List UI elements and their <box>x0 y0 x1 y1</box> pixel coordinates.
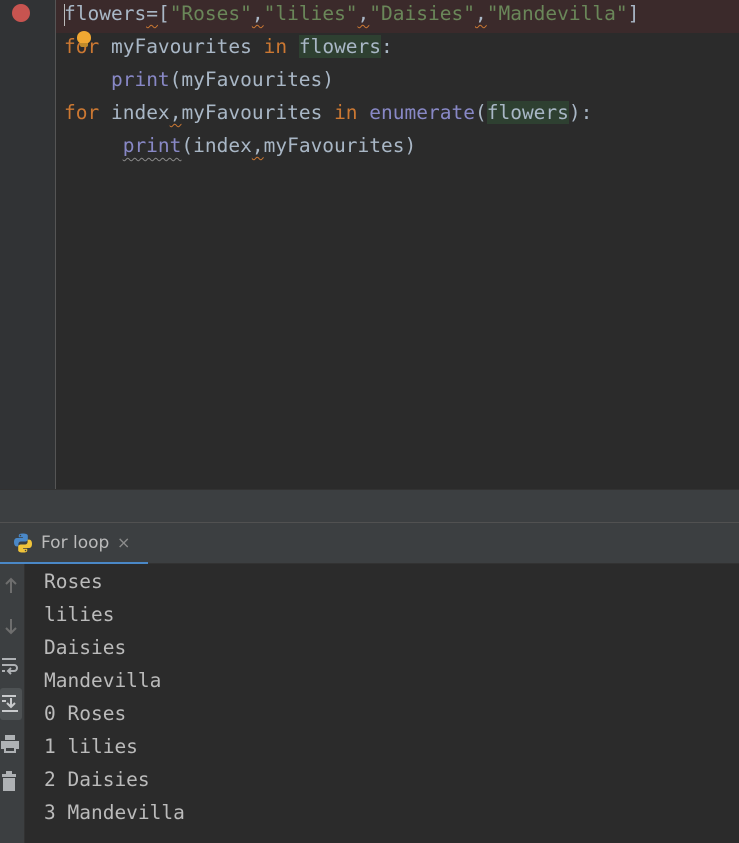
keyword-for: for <box>64 101 100 124</box>
console-line: 2 Daisies <box>44 768 150 791</box>
builtin-print: print <box>122 134 182 157</box>
builtin-enumerate: enumerate <box>369 101 475 124</box>
console-line: Daisies <box>44 636 127 659</box>
token-iterable: flowers <box>486 101 569 124</box>
code-line-5[interactable]: print(index,myFavourites) <box>64 132 417 165</box>
token-comma: , <box>474 2 487 25</box>
run-console[interactable]: Roses lilies Daisies Mandevilla 0 Roses … <box>0 564 739 843</box>
code-line-4[interactable]: for index,myFavourites in enumerate(flow… <box>64 99 592 132</box>
keyword-in: in <box>263 35 288 58</box>
token-iterable: flowers <box>298 35 382 58</box>
token-var: index <box>99 101 170 124</box>
print-icon[interactable] <box>0 732 22 756</box>
console-line: Roses <box>44 570 103 593</box>
lightbulb-icon[interactable] <box>77 31 91 47</box>
code-line-1[interactable]: flowers=["Roses","lilies","Daisies","Man… <box>56 0 739 33</box>
console-line: 1 lilies <box>44 735 138 758</box>
string-roses: "Roses" <box>169 2 252 25</box>
token-var: myFavourites <box>99 35 264 58</box>
token-paren: ( <box>474 101 487 124</box>
keyword-in: in <box>334 101 358 124</box>
token-args: myFavourites) <box>263 134 417 157</box>
token-var: myFavourites <box>181 101 335 124</box>
token-colon: : <box>381 35 393 58</box>
token-comma: , <box>251 2 264 25</box>
token-eq: = <box>146 2 158 25</box>
code-editor[interactable]: flowers=["Roses","lilies","Daisies","Man… <box>0 0 739 489</box>
console-toolbar <box>0 564 25 843</box>
python-icon <box>14 533 32 553</box>
breakpoint-icon[interactable] <box>12 4 30 22</box>
string-lilies: "lilies" <box>263 2 358 25</box>
console-line: Mandevilla <box>44 669 162 692</box>
close-icon[interactable]: × <box>117 532 130 554</box>
console-output[interactable]: Roses lilies Daisies Mandevilla 0 Roses … <box>44 564 185 828</box>
editor-gutter[interactable] <box>0 0 56 489</box>
token-comma: , <box>251 134 264 157</box>
run-tab-bar: For loop × <box>0 523 739 565</box>
token-args: (index <box>181 134 252 157</box>
token-bracket: ] <box>627 2 640 25</box>
console-line: lilies <box>44 603 115 626</box>
builtin-print: print <box>110 68 170 91</box>
scroll-to-end-icon[interactable] <box>0 692 22 716</box>
string-daisies: "Daisies" <box>369 2 475 25</box>
token-comma: , <box>169 101 182 124</box>
token-paren: ): <box>568 101 593 124</box>
up-arrow-icon[interactable] <box>0 574 22 598</box>
string-mandevilla: "Mandevilla" <box>486 2 628 25</box>
run-tab-label: For loop <box>41 533 110 553</box>
token-comma: , <box>357 2 370 25</box>
token-args: (myFavourites) <box>169 68 335 91</box>
panel-divider[interactable] <box>0 489 739 523</box>
soft-wrap-icon[interactable] <box>0 654 22 678</box>
console-line: 0 Roses <box>44 702 127 725</box>
console-line: 3 Mandevilla <box>44 801 185 824</box>
trash-icon[interactable] <box>0 770 22 794</box>
down-arrow-icon[interactable] <box>0 614 22 638</box>
token-bracket: [ <box>157 2 170 25</box>
token-var: flowers <box>64 2 147 25</box>
code-line-3[interactable]: print(myFavourites) <box>64 66 334 99</box>
code-line-2[interactable]: for myFavourites in flowers: <box>64 33 393 66</box>
run-tab-for-loop[interactable]: For loop × <box>0 523 148 565</box>
